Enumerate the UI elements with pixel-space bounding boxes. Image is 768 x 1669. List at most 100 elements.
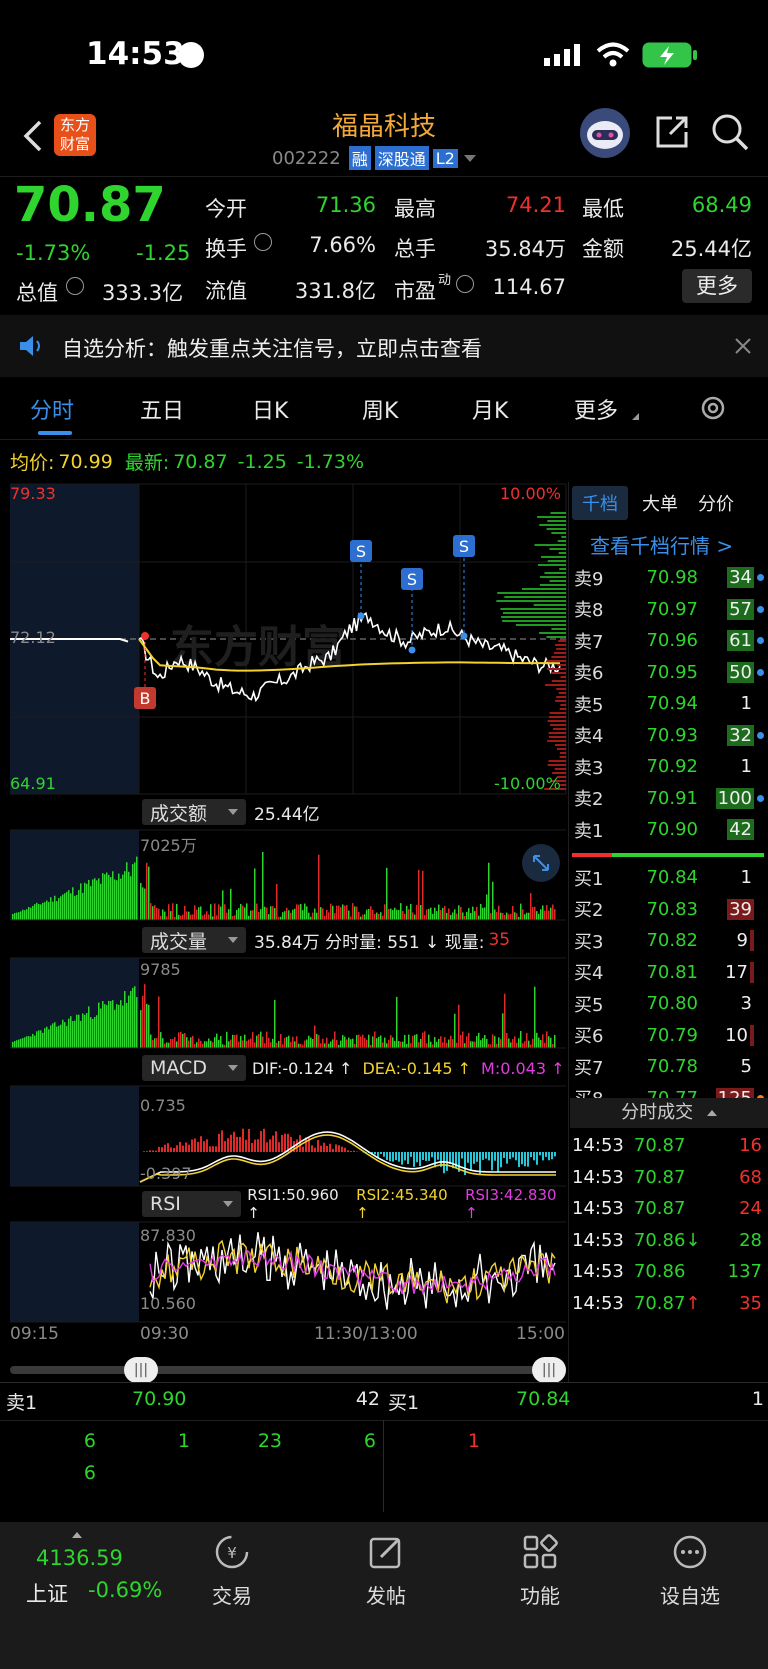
buy-order-row[interactable]: 买3 70.82 9 <box>570 925 768 957</box>
tab-large-orders[interactable]: 大单 <box>642 490 678 516</box>
macd-bar <box>548 1152 550 1161</box>
buy-order-row[interactable]: 买2 70.83 39 <box>570 894 768 926</box>
more-button[interactable]: 更多 <box>682 269 752 303</box>
nav-add-watchlist[interactable]: 设自选 <box>650 1532 730 1612</box>
turnover-label: 换手 <box>205 237 247 261</box>
macd-m: M:0.043 ↑ <box>481 1058 565 1078</box>
sell-order-row[interactable]: 卖8 70.97 57 <box>570 594 768 626</box>
amount-bar <box>28 906 30 920</box>
chart-canvas[interactable]: 东方财富 S S S B <box>0 482 568 1362</box>
sell-order-row[interactable]: 卖2 70.91 100 <box>570 783 768 815</box>
sell-order-row[interactable]: 卖1 70.90 42 <box>570 814 768 846</box>
amount-bar <box>20 911 22 920</box>
nav-functions[interactable]: 功能 <box>500 1532 580 1612</box>
sell-order-row[interactable]: 卖5 70.94 1 <box>570 688 768 720</box>
buy-order-row[interactable]: 买5 70.80 3 <box>570 988 768 1020</box>
chevron-down-icon <box>228 809 238 815</box>
edit-icon <box>369 1537 401 1569</box>
nav-trade[interactable]: ¥ 交易 <box>192 1532 272 1612</box>
buy-order-row[interactable]: 买6 70.79 10 <box>570 1020 768 1052</box>
depth-link[interactable]: 查看千档行情 > <box>590 530 733 559</box>
volume-bar <box>238 1041 240 1048</box>
rsi-select[interactable]: RSI <box>142 1191 242 1217</box>
sell-order-row[interactable]: 卖9 70.98 34 <box>570 562 768 594</box>
amount-bar <box>534 906 536 920</box>
share-icon[interactable] <box>652 112 692 152</box>
volume-bar <box>502 1013 504 1048</box>
buy-order-row[interactable]: 买4 70.81 17 <box>570 957 768 989</box>
macd-bar <box>392 1152 394 1162</box>
total-hands-label: 总手 <box>394 237 436 261</box>
trades-header[interactable]: 分时成交 <box>570 1098 768 1128</box>
notice-bar[interactable]: 自选分析：触发重点关注信号，立即点击查看 <box>0 315 768 377</box>
order-price: 70.92 <box>646 756 698 778</box>
volume-bar <box>534 986 536 1048</box>
tab-five-day[interactable]: 五日 <box>140 393 184 425</box>
volume-bar <box>520 1031 522 1048</box>
macd-bar <box>437 1152 439 1160</box>
trade-price: 70.87 <box>633 1198 686 1220</box>
macd-bar <box>266 1142 268 1152</box>
high-value: 74.21 <box>505 193 566 217</box>
macd-bar <box>302 1146 304 1152</box>
tab-weekly-k[interactable]: 周K <box>362 393 398 425</box>
expand-icon[interactable] <box>522 844 560 882</box>
sell-order-row[interactable]: 卖6 70.95 50 <box>570 657 768 689</box>
index-value[interactable]: 4136.59 <box>36 1546 123 1570</box>
tab-daily-k[interactable]: 日K <box>252 393 288 425</box>
volume-bar <box>504 993 506 1048</box>
chevron-up-icon[interactable] <box>72 1532 82 1538</box>
order-level-label: 买5 <box>574 994 604 1016</box>
sell-order-row[interactable]: 卖3 70.92 1 <box>570 751 768 783</box>
amount-bar <box>242 905 244 920</box>
buy-order-row[interactable]: 买1 70.84 1 <box>570 862 768 894</box>
robot-avatar-icon[interactable] <box>580 108 630 158</box>
amount-bar <box>140 882 142 920</box>
amount-bar <box>468 908 470 920</box>
sell-order-row[interactable]: 卖4 70.93 32 <box>570 720 768 752</box>
nav-post[interactable]: 发帖 <box>346 1532 426 1612</box>
info-icon[interactable] <box>254 233 272 251</box>
index-pct[interactable]: -0.69% <box>88 1578 162 1602</box>
macd-bar <box>329 1143 331 1152</box>
macd-bar <box>383 1152 385 1157</box>
tab-price-dist[interactable]: 分价 <box>698 490 734 516</box>
battery-icon <box>642 42 698 68</box>
buy-order-row[interactable]: 买870.77 125 <box>570 1083 768 1098</box>
volume-bar <box>548 1036 550 1048</box>
search-icon[interactable] <box>710 112 750 152</box>
sell-marker-2[interactable]: S <box>401 568 423 654</box>
info-icon[interactable] <box>456 275 474 293</box>
sell-order-row[interactable]: 卖7 70.96 61 <box>570 625 768 657</box>
amount-bar <box>296 904 298 920</box>
slider-handle-right[interactable]: ||| <box>532 1357 566 1383</box>
index-name[interactable]: 上证 <box>26 1578 68 1608</box>
range-slider[interactable]: ||| ||| <box>10 1355 566 1385</box>
amount-bar <box>98 878 100 920</box>
close-icon[interactable] <box>734 337 752 355</box>
depth-bar <box>553 728 566 730</box>
volume-bar <box>46 1026 48 1048</box>
volume-select[interactable]: 成交量 <box>142 927 246 953</box>
gear-icon[interactable] <box>698 393 728 423</box>
stock-code-line[interactable]: 002222 融 深股通 L2 <box>272 146 476 170</box>
volume-bar <box>350 1039 352 1048</box>
amount-select[interactable]: 成交额 <box>142 799 246 825</box>
tab-depth[interactable]: 千档 <box>572 486 628 520</box>
macd-bar <box>434 1152 436 1168</box>
depth-bar <box>555 644 566 646</box>
tab-more[interactable]: 更多 <box>574 393 618 425</box>
tab-monthly-k[interactable]: 月K <box>472 393 508 425</box>
amount-bar <box>464 916 466 920</box>
tab-intraday[interactable]: 分时 <box>30 393 74 425</box>
buy-order-row[interactable]: 买7 70.78 5 <box>570 1051 768 1083</box>
svg-text:¥: ¥ <box>227 1544 237 1562</box>
volume-bar <box>450 1035 452 1048</box>
slider-handle-left[interactable]: ||| <box>124 1357 158 1383</box>
amount-bar <box>346 904 348 920</box>
sell-marker-3[interactable]: S <box>453 535 475 640</box>
depth-bar <box>558 640 566 642</box>
info-icon[interactable] <box>66 277 84 295</box>
intraday-chart[interactable]: 东方财富 S S S B 79.33 72.12 64.91 10.00% -1… <box>0 482 568 1362</box>
macd-select[interactable]: MACD <box>142 1055 246 1081</box>
